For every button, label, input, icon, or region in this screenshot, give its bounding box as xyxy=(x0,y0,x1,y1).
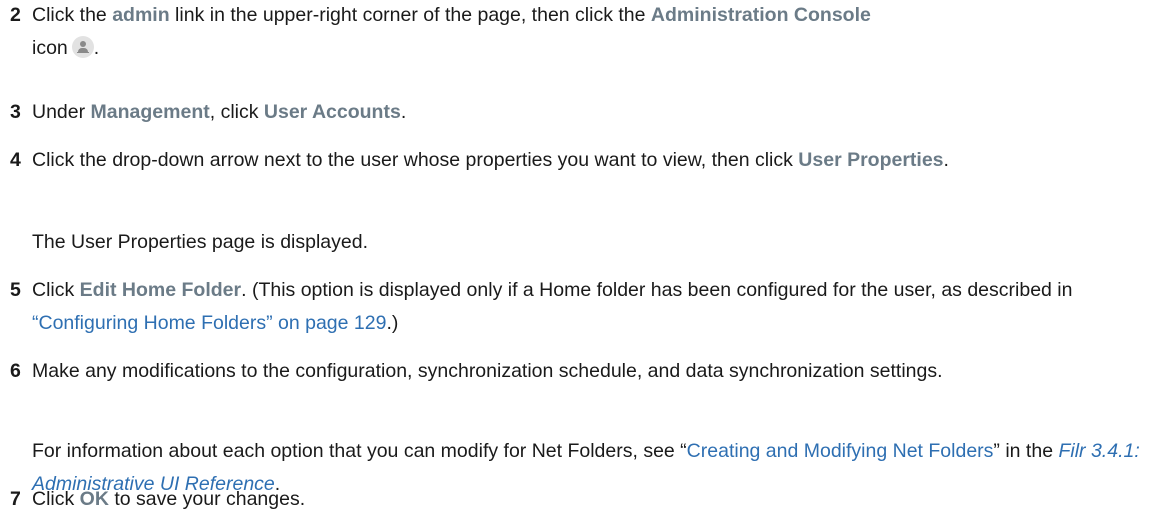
ui-term-user-accounts: User Accounts xyxy=(263,101,401,123)
configuring-home-folders-link[interactable]: “Configuring Home Folders” on page 129 xyxy=(32,312,386,334)
step-text: Click the xyxy=(32,4,113,26)
step-number: 5 xyxy=(10,279,21,301)
step-number: 4 xyxy=(10,149,21,171)
ui-term-management: Management xyxy=(90,101,210,123)
step-text: to save your changes. xyxy=(108,488,306,510)
step-3: 3 Under Management, click User Accounts. xyxy=(0,96,1170,129)
step-text: . (This option is displayed only if a Ho… xyxy=(241,279,1073,301)
step-text: . xyxy=(943,149,949,171)
step-text: icon xyxy=(32,37,68,59)
step-4: 4 Click the drop-down arrow next to the … xyxy=(0,144,1170,177)
step-7: 7 Click OK to save your changes. xyxy=(0,483,1170,516)
ui-term-admin: admin xyxy=(112,4,170,26)
step-text: . xyxy=(93,37,100,59)
ui-term-administration-console: Administration Console xyxy=(650,4,871,26)
step-text: Make any modifications to the configurat… xyxy=(32,360,943,382)
step-text: Click the drop-down arrow next to the us… xyxy=(32,149,799,171)
step-number: 3 xyxy=(10,101,21,123)
step-text: Click xyxy=(32,488,80,510)
ui-term-edit-home-folder: Edit Home Folder xyxy=(79,279,242,301)
step-text: Click xyxy=(32,279,80,301)
step-text: .) xyxy=(386,312,399,334)
step-text: Under xyxy=(32,101,91,123)
note-text: For information about each option that y… xyxy=(32,440,687,462)
administration-console-icon xyxy=(71,36,94,58)
step-6: 6 Make any modifications to the configur… xyxy=(0,355,1170,388)
creating-net-folders-link[interactable]: Creating and Modifying Net Folders xyxy=(687,440,994,462)
step-2: 2 Click the admin link in the upper-righ… xyxy=(0,0,1170,65)
step-5: 5 Click Edit Home Folder. (This option i… xyxy=(0,274,1170,340)
ui-term-ok: OK xyxy=(79,488,109,510)
result-note: The User Properties page is displayed. xyxy=(32,231,369,253)
document-page: 2 Click the admin link in the upper-righ… xyxy=(0,0,1175,516)
step-text: link in the upper-right corner of the pa… xyxy=(169,4,651,26)
step-number: 6 xyxy=(10,360,21,382)
step-text: , click xyxy=(209,101,264,123)
step-number: 7 xyxy=(10,488,21,510)
note-text: ” in the xyxy=(993,440,1059,462)
step-number: 2 xyxy=(10,4,21,26)
ui-term-user-properties: User Properties xyxy=(798,149,944,171)
step-text: . xyxy=(400,101,407,123)
